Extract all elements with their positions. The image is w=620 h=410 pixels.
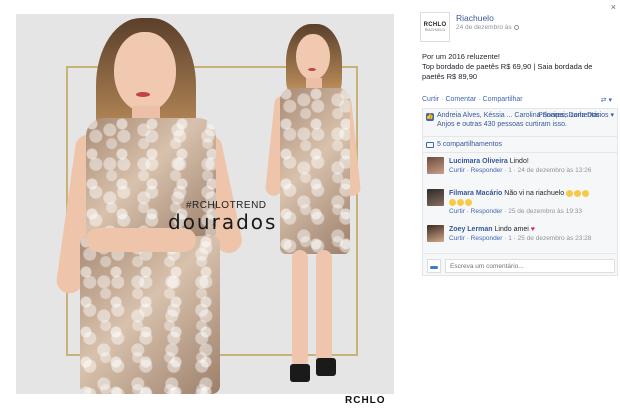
caption-line: Por um 2016 reluzente! — [422, 52, 500, 61]
commenter-name[interactable]: Lucimara Oliveira — [449, 158, 508, 165]
commenter-avatar[interactable] — [427, 157, 444, 174]
current-user-avatar — [427, 259, 441, 273]
globe-icon — [513, 24, 519, 30]
share-button[interactable]: Compartilhar — [483, 96, 523, 103]
comment-reply-links[interactable]: Curtir · Responder — [449, 208, 502, 215]
comment-body: Lucimara Oliveira Lindo! Curtir · Respon… — [449, 158, 592, 174]
caption-line: Top bordado de paetês R$ 69,90 | Saia bo… — [422, 62, 593, 71]
shares-summary[interactable]: 5 compartilhamentos — [423, 137, 617, 153]
comment-text: Não vi na riachuelo — [504, 190, 565, 197]
comments-section: 👍 Andreia Alves, Késsia ... Carolina Soa… — [422, 108, 618, 276]
emoji-icon — [457, 198, 464, 206]
comment-meta: 1 · 24 de dezembro às 13:26 — [508, 167, 592, 174]
commenter-name[interactable]: Zoey Lerman — [449, 226, 493, 233]
commenter-avatar[interactable] — [427, 189, 444, 206]
model-small-figure — [256, 22, 366, 394]
emoji-icon — [449, 198, 456, 206]
share-dropdown-icon[interactable]: ⇄ ▾ — [601, 96, 612, 104]
comment-reply-links[interactable]: Curtir · Responder — [449, 167, 502, 174]
comment-meta: 1 · 25 de dezembro às 23:28 — [508, 235, 592, 242]
comment-input[interactable] — [445, 259, 615, 273]
campaign-headline: dourados — [168, 210, 278, 234]
brand-logo: RCHLO — [345, 395, 386, 406]
comment-text: Lindo! — [509, 158, 529, 165]
write-comment-row — [423, 253, 617, 277]
commenter-avatar[interactable] — [427, 225, 444, 242]
post-actions: Curtir · Comentar · Compartilhar — [422, 96, 523, 103]
emoji-icon — [574, 189, 582, 197]
comment-body: Zoey Lerman Lindo amei ♥ Curtir · Respon… — [449, 226, 592, 242]
share-icon — [426, 142, 434, 148]
emoji-icon — [465, 198, 472, 206]
close-icon[interactable]: × — [611, 2, 616, 12]
likes-summary[interactable]: 👍 Andreia Alves, Késsia ... Carolina Soa… — [423, 109, 617, 137]
photo-background: #RCHLOTREND dourados — [16, 14, 394, 394]
like-button[interactable]: Curtir — [422, 96, 439, 103]
comment-meta: 25 de dezembro às 19:33 — [508, 208, 582, 215]
heart-icon: ♥ — [530, 226, 535, 233]
commenter-name[interactable]: Filmara Macário — [449, 190, 502, 197]
shares-text: 5 compartilhamentos — [437, 141, 502, 148]
post-timestamp[interactable]: 24 de dezembro às — [456, 24, 519, 31]
caption-line: paetês R$ 89,90 — [422, 72, 478, 81]
post-caption: Por um 2016 reluzente! Top bordado de pa… — [422, 52, 612, 82]
post-date-text: 24 de dezembro às — [456, 24, 512, 31]
sort-comments-dropdown[interactable]: Principais comentários ▾ — [538, 112, 614, 121]
post-photo[interactable]: #RCHLOTREND dourados RCHLO — [0, 0, 410, 410]
facebook-post-panel: × RCHLO RIACHUELO Riachuelo 24 de dezemb… — [414, 0, 620, 410]
sort-label: Principais comentários — [538, 112, 609, 119]
page-name-link[interactable]: Riachuelo — [456, 13, 494, 23]
comment-reply-links[interactable]: Curtir · Responder — [449, 235, 502, 242]
thumbs-up-icon: 👍 — [426, 113, 434, 121]
emoji-icon — [582, 189, 590, 197]
comment-body: Filmara Macário Não vi na riachuelo Curt… — [449, 189, 615, 216]
page-logo-subtext: RIACHUELO — [424, 28, 446, 32]
page-avatar[interactable]: RCHLO RIACHUELO — [420, 12, 450, 42]
comment-button[interactable]: Comentar — [445, 96, 476, 103]
emoji-icon — [566, 189, 574, 197]
comment-text: Lindo amei — [494, 226, 529, 233]
